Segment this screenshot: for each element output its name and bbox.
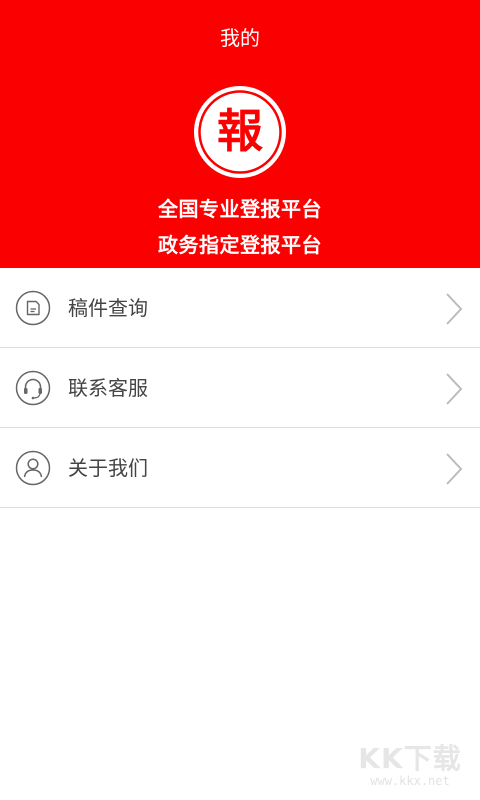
menu-item-about-us[interactable]: 关于我们 <box>0 428 480 508</box>
menu-item-manuscript-query[interactable]: 稿件查询 <box>0 268 480 348</box>
user-icon <box>15 450 51 486</box>
headset-icon <box>15 370 51 406</box>
profile-menu: 稿件查询 联系客服 关于我们 <box>0 268 480 508</box>
chevron-right-icon <box>446 453 463 485</box>
document-icon <box>15 290 51 326</box>
newspaper-logo-icon: 報 <box>194 86 286 178</box>
chevron-right-icon <box>446 293 463 325</box>
chevron-right-icon <box>446 373 463 405</box>
logo-character: 報 <box>217 104 263 158</box>
page-title: 我的 <box>220 26 260 50</box>
profile-header: 我的 報 全国专业登报平台 政务指定登报平台 <box>0 0 480 268</box>
watermark-url: www.kkx.net <box>370 774 450 788</box>
slogan-line-1: 全国专业登报平台 <box>158 197 322 221</box>
slogan-line-2: 政务指定登报平台 <box>158 233 322 257</box>
menu-item-customer-service[interactable]: 联系客服 <box>0 348 480 428</box>
menu-item-label: 联系客服 <box>68 376 148 400</box>
watermark-logo: KK下载 <box>358 742 462 775</box>
watermark: KK下载 www.kkx.net <box>350 744 470 794</box>
menu-item-label: 稿件查询 <box>68 296 148 320</box>
profile-page: 我的 報 全国专业登报平台 政务指定登报平台 稿件查询 联系客服 关于我们 KK… <box>0 0 480 800</box>
menu-item-label: 关于我们 <box>68 456 148 480</box>
